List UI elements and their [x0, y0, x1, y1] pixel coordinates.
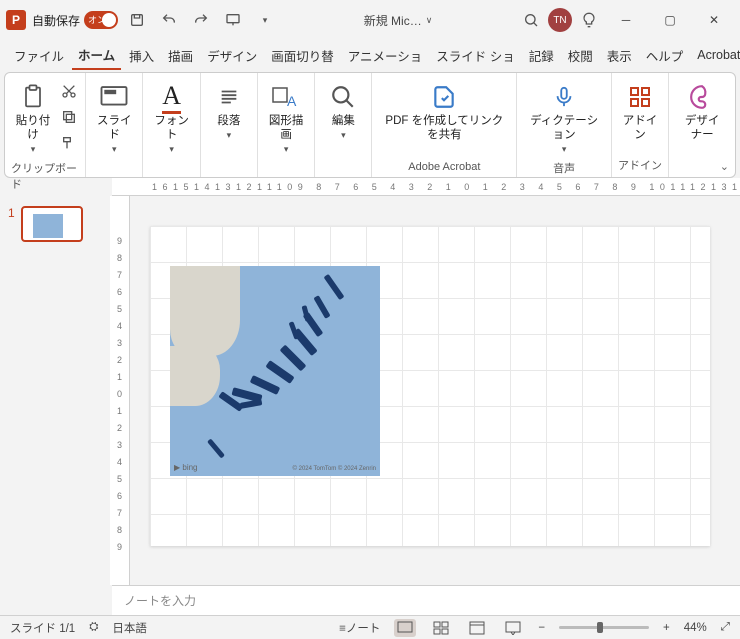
group-drawing: A 図形描画▾ [258, 73, 315, 177]
qat-overflow-button[interactable]: ▾ [252, 7, 278, 33]
present-button[interactable] [220, 7, 246, 33]
paste-button[interactable]: 貼り付け▾ [11, 79, 55, 158]
vertical-ruler: 9876543210123456789 [110, 196, 130, 585]
group-label-clipboard: クリップボード [11, 158, 79, 194]
zoom-slider[interactable] [559, 626, 649, 629]
grid-icon [624, 81, 656, 113]
font-button[interactable]: A フォント▾ [149, 79, 193, 158]
title-bar: P 自動保存 オン ▾ 新規 Mic… ∨ TN ─ ▢ ✕ [0, 0, 740, 40]
group-editing: 編集▾ [315, 73, 372, 177]
addins-button[interactable]: アドイン [618, 79, 662, 145]
status-bar: スライド 1/1 ⛭ 日本語 ≡ノート − + 44% ⤢ [0, 615, 740, 639]
drawing-button[interactable]: A 図形描画▾ [264, 79, 308, 158]
copy-button[interactable] [59, 107, 79, 127]
reading-view-button[interactable] [466, 619, 488, 637]
bing-attribution: ▶ bing [174, 463, 198, 472]
minimize-button[interactable]: ─ [606, 5, 646, 35]
tab-slideshow[interactable]: スライド ショ [430, 42, 520, 69]
tab-draw[interactable]: 描画 [162, 42, 199, 69]
save-button[interactable] [124, 7, 150, 33]
slide-counter[interactable]: スライド 1/1 [10, 620, 75, 636]
zoom-level[interactable]: 44% [684, 622, 707, 634]
tab-view[interactable]: 表示 [601, 42, 638, 69]
horizontal-ruler: 161514131211109 8 7 6 5 4 3 2 1 0 1 2 3 … [112, 178, 740, 196]
tab-file[interactable]: ファイル [8, 42, 70, 69]
clipboard-icon [17, 81, 49, 113]
paragraph-button[interactable]: 段落▾ [207, 79, 251, 145]
group-label-addins: アドイン [618, 155, 662, 175]
fit-to-window-button[interactable]: ⤢ [721, 621, 730, 634]
tab-review[interactable]: 校閲 [562, 42, 599, 69]
zoom-in-button[interactable]: + [663, 622, 670, 634]
group-voice: ディクテーション▾ 音声 [517, 73, 611, 177]
slide-editor: 9876543210123456789 [110, 196, 740, 585]
search-button[interactable] [518, 7, 544, 33]
thumbnail-preview[interactable] [21, 206, 83, 242]
pdf-button[interactable]: PDF を作成してリンクを共有 [378, 79, 510, 145]
collapse-ribbon-button[interactable]: ⌄ [720, 160, 729, 173]
group-label-acrobat: Adobe Acrobat [408, 159, 480, 175]
normal-view-button[interactable] [394, 619, 416, 637]
group-addins: アドイン アドイン [612, 73, 669, 177]
autosave-label: 自動保存 [32, 12, 80, 29]
paragraph-icon [213, 81, 245, 113]
tab-home[interactable]: ホーム [72, 41, 121, 70]
thumbnail-panel: 1 [0, 196, 110, 585]
map-copyright: © 2024 TomTom © 2024 Zenrin [293, 466, 376, 472]
group-font: A フォント▾ [143, 73, 200, 177]
slide-icon [98, 81, 130, 113]
microphone-icon [548, 81, 580, 113]
main-area: 1 9876543210123456789 [0, 196, 740, 585]
group-clipboard: 貼り付け▾ クリップボード [5, 73, 86, 177]
tab-transitions[interactable]: 画面切り替 [265, 42, 340, 69]
pdf-icon [428, 81, 460, 113]
notes-toggle[interactable]: ≡ノート [339, 620, 380, 636]
group-label-voice: 音声 [553, 158, 575, 178]
format-painter-button[interactable] [59, 133, 79, 153]
autosave-toggle[interactable]: 自動保存 オン [32, 11, 118, 29]
search-icon [327, 81, 359, 113]
zoom-out-button[interactable]: − [538, 622, 545, 634]
tab-insert[interactable]: 挿入 [123, 42, 160, 69]
redo-button[interactable] [188, 7, 214, 33]
tab-help[interactable]: ヘルプ [640, 42, 690, 69]
font-icon: A [156, 81, 188, 113]
undo-button[interactable] [156, 7, 182, 33]
slides-button[interactable]: スライド▾ [92, 79, 136, 158]
tab-design[interactable]: デザイン [201, 42, 263, 69]
maximize-button[interactable]: ▢ [650, 5, 690, 35]
shapes-icon: A [270, 81, 302, 113]
group-slides: スライド▾ [86, 73, 143, 177]
notes-pane[interactable]: ノートを入力 [112, 585, 740, 615]
toggle-switch-icon[interactable]: オン [84, 11, 118, 29]
designer-button[interactable]: デザイナー [675, 79, 729, 145]
tab-animations[interactable]: アニメーショ [342, 42, 429, 69]
group-acrobat: PDF を作成してリンクを共有 Adobe Acrobat [372, 73, 517, 177]
sorter-view-button[interactable] [430, 619, 452, 637]
ribbon-tabs: ファイル ホーム 挿入 描画 デザイン 画面切り替 アニメーショ スライド ショ… [0, 40, 740, 70]
tab-acrobat[interactable]: Acrobat [691, 44, 740, 66]
editing-button[interactable]: 編集▾ [321, 79, 365, 145]
tab-record[interactable]: 記録 [523, 42, 560, 69]
map-image[interactable]: ▶ bing © 2024 TomTom © 2024 Zenrin [170, 266, 380, 476]
svg-text:A: A [287, 93, 297, 109]
user-avatar[interactable]: TN [548, 8, 572, 32]
group-paragraph: 段落▾ [201, 73, 258, 177]
document-title[interactable]: 新規 Mic… ∨ [284, 12, 512, 29]
designer-icon [686, 81, 718, 113]
chevron-down-icon: ∨ [426, 15, 433, 26]
lightbulb-button[interactable] [576, 7, 602, 33]
ribbon: 貼り付け▾ クリップボード スライド▾ A フォント▾ 段落▾ [4, 72, 736, 178]
cut-button[interactable] [59, 81, 79, 101]
close-button[interactable]: ✕ [694, 5, 734, 35]
app-icon: P [6, 10, 26, 30]
slideshow-view-button[interactable] [502, 619, 524, 637]
language-indicator[interactable]: 日本語 [112, 620, 147, 636]
slide-thumbnail[interactable]: 1 [8, 206, 102, 242]
dictation-button[interactable]: ディクテーション▾ [523, 79, 604, 158]
slide-canvas[interactable]: ▶ bing © 2024 TomTom © 2024 Zenrin [150, 226, 710, 546]
thumbnail-number: 1 [8, 206, 15, 242]
accessibility-icon[interactable]: ⛭ [89, 621, 98, 634]
